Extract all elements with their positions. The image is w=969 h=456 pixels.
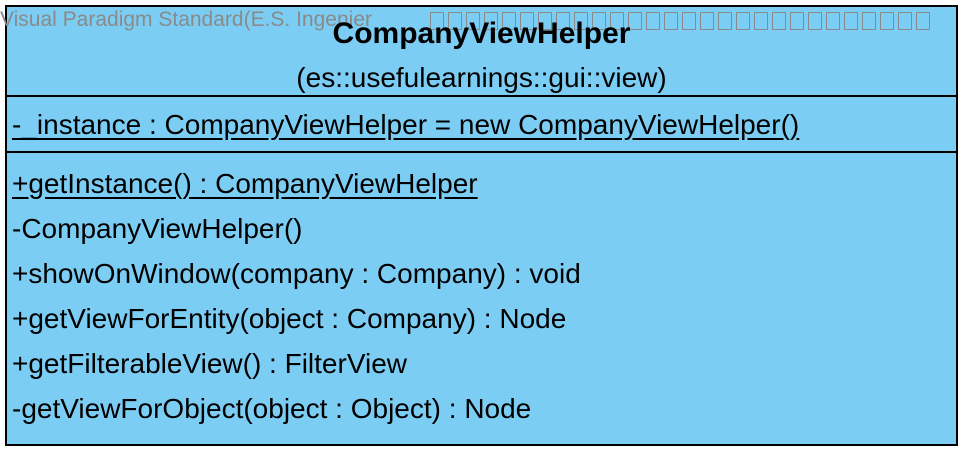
operation-get-view-for-object: -getViewForObject(object : Object) : Nod… [12,393,532,424]
operation-get-instance: +getInstance() : CompanyViewHelper [12,168,478,199]
operation-get-view-for-entity: +getViewForEntity(object : Company) : No… [12,303,567,334]
operation-constructor: -CompanyViewHelper() [12,213,303,244]
attribute-instance: -_instance : CompanyViewHelper = new Com… [12,109,800,140]
class-package: (es::usefulearnings::gui::view) [296,62,667,93]
operation-get-filterable-view: +getFilterableView() : FilterView [12,348,408,379]
operations-compartment: +getInstance() : CompanyViewHelper -Comp… [7,153,956,431]
attributes-compartment: -_instance : CompanyViewHelper = new Com… [7,97,956,153]
operation-show-on-window: +showOnWindow(company : Company) : void [12,258,581,289]
class-name: CompanyViewHelper [332,17,631,50]
uml-class-box[interactable]: CompanyViewHelper (es::usefulearnings::g… [5,5,958,446]
class-header: CompanyViewHelper (es::usefulearnings::g… [7,7,956,97]
